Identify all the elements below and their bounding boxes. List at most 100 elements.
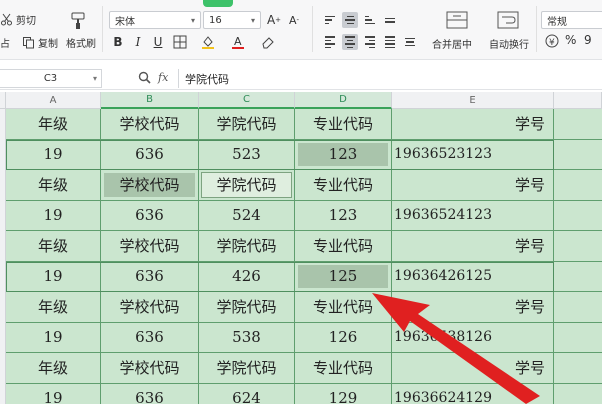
table-cell[interactable]: 19636426125 bbox=[392, 261, 554, 292]
orientation-icon[interactable] bbox=[382, 12, 398, 28]
table-cell[interactable]: 19 bbox=[6, 322, 101, 353]
column-header-c[interactable]: C bbox=[199, 92, 295, 109]
increase-font-icon[interactable]: A + bbox=[266, 12, 282, 28]
align-bottom-icon[interactable] bbox=[362, 12, 378, 28]
bold-icon[interactable]: B bbox=[110, 34, 126, 50]
table-cell[interactable]: 636 bbox=[101, 261, 199, 292]
italic-icon[interactable]: I bbox=[130, 34, 146, 50]
table-cell[interactable]: 19 bbox=[6, 139, 101, 170]
empty-cell[interactable] bbox=[554, 231, 602, 262]
table-cell[interactable]: 学校代码 bbox=[101, 231, 199, 262]
table-cell[interactable]: 学院代码 bbox=[199, 353, 295, 384]
table-cell[interactable]: 学校代码 bbox=[101, 292, 199, 323]
format-painter-button[interactable]: 格式刷 bbox=[66, 35, 96, 50]
border-icon[interactable] bbox=[172, 34, 188, 50]
table-cell[interactable]: 636 bbox=[101, 322, 199, 353]
table-cell[interactable]: 学号 bbox=[392, 109, 554, 140]
empty-cell[interactable] bbox=[554, 201, 602, 231]
table-cell[interactable]: 123 bbox=[295, 139, 392, 170]
column-header-f[interactable] bbox=[554, 92, 602, 109]
justify-icon[interactable] bbox=[382, 34, 398, 50]
table-cell[interactable]: 年级 bbox=[6, 170, 101, 201]
table-cell[interactable]: 专业代码 bbox=[295, 292, 392, 323]
wrap-text-button[interactable]: 自动换行 bbox=[489, 36, 529, 51]
empty-cell[interactable] bbox=[554, 384, 602, 404]
eraser-icon[interactable] bbox=[260, 34, 276, 50]
table-cell[interactable]: 专业代码 bbox=[295, 231, 392, 262]
table-cell[interactable]: 学号 bbox=[392, 231, 554, 262]
cut-button[interactable]: 剪切 bbox=[0, 12, 36, 27]
table-cell[interactable]: 126 bbox=[295, 322, 392, 353]
table-cell[interactable]: 426 bbox=[199, 261, 295, 292]
table-cell[interactable]: 19636523123 bbox=[392, 139, 554, 170]
merge-center-icon[interactable] bbox=[446, 11, 468, 29]
column-header-d[interactable]: D bbox=[295, 92, 392, 109]
table-cell[interactable]: 学院代码 bbox=[199, 231, 295, 262]
thousands-button[interactable]: 9 bbox=[584, 33, 592, 47]
fx-icon[interactable]: fx bbox=[158, 71, 168, 84]
table-cell[interactable]: 125 bbox=[295, 261, 392, 292]
table-cell[interactable]: 专业代码 bbox=[295, 170, 392, 201]
table-cell[interactable]: 523 bbox=[199, 139, 295, 170]
table-cell[interactable]: 学院代码 bbox=[199, 292, 295, 323]
table-cell[interactable]: 19 bbox=[6, 383, 101, 404]
table-cell[interactable]: 学校代码 bbox=[101, 170, 199, 201]
empty-cell[interactable] bbox=[554, 323, 602, 353]
table-cell[interactable]: 年级 bbox=[6, 292, 101, 323]
table-cell[interactable]: 538 bbox=[199, 322, 295, 353]
table-cell[interactable]: 19636538126 bbox=[392, 322, 554, 353]
table-cell[interactable]: 学院代码 bbox=[199, 170, 295, 201]
table-cell[interactable]: 年级 bbox=[6, 231, 101, 262]
align-right-icon[interactable] bbox=[362, 34, 378, 50]
table-cell[interactable]: 636 bbox=[101, 200, 199, 231]
number-format-select[interactable]: 常规 bbox=[541, 11, 602, 29]
distribute-icon[interactable] bbox=[402, 34, 418, 50]
name-box[interactable]: C3 ▾ bbox=[0, 69, 102, 88]
empty-cell[interactable] bbox=[554, 353, 602, 384]
empty-cell[interactable] bbox=[554, 292, 602, 323]
font-size-select[interactable]: 16 ▾ bbox=[203, 11, 261, 29]
table-cell[interactable]: 学院代码 bbox=[199, 109, 295, 140]
empty-cell[interactable] bbox=[554, 262, 602, 292]
percent-button[interactable]: % bbox=[565, 33, 576, 47]
font-color-icon[interactable]: A bbox=[230, 34, 246, 50]
formula-input[interactable]: 学院代码 bbox=[178, 69, 602, 88]
table-cell[interactable]: 624 bbox=[199, 383, 295, 404]
column-header-e[interactable]: E bbox=[392, 92, 554, 109]
table-cell[interactable]: 19 bbox=[6, 200, 101, 231]
table-cell[interactable]: 123 bbox=[295, 200, 392, 231]
empty-cell[interactable] bbox=[554, 140, 602, 170]
underline-icon[interactable]: U bbox=[150, 34, 166, 50]
table-cell[interactable]: 19636524123 bbox=[392, 200, 554, 231]
wrap-text-icon[interactable] bbox=[497, 11, 519, 29]
align-left-icon[interactable] bbox=[322, 34, 338, 50]
table-cell[interactable]: 专业代码 bbox=[295, 109, 392, 140]
table-cell[interactable]: 学校代码 bbox=[101, 109, 199, 140]
table-cell[interactable]: 636 bbox=[101, 383, 199, 404]
table-cell[interactable]: 19 bbox=[6, 261, 101, 292]
table-cell[interactable]: 19636624129 bbox=[392, 383, 554, 404]
paste-button[interactable]: 占 bbox=[0, 35, 10, 50]
table-cell[interactable]: 学号 bbox=[392, 170, 554, 201]
table-cell[interactable]: 524 bbox=[199, 200, 295, 231]
table-cell[interactable]: 年级 bbox=[6, 109, 101, 140]
column-header-a[interactable]: A bbox=[6, 92, 101, 109]
copy-button[interactable]: 复制 bbox=[22, 35, 58, 50]
currency-format-icon[interactable]: ¥ bbox=[545, 34, 559, 48]
align-top-icon[interactable] bbox=[322, 12, 338, 28]
column-header-b[interactable]: B bbox=[101, 92, 199, 109]
align-center-icon[interactable] bbox=[342, 34, 358, 50]
table-cell[interactable]: 636 bbox=[101, 139, 199, 170]
table-cell[interactable]: 学号 bbox=[392, 292, 554, 323]
table-cell[interactable]: 学校代码 bbox=[101, 353, 199, 384]
empty-cell[interactable] bbox=[554, 109, 602, 140]
table-cell[interactable]: 专业代码 bbox=[295, 353, 392, 384]
font-name-select[interactable]: 宋体 ▾ bbox=[109, 11, 201, 29]
fill-color-icon[interactable] bbox=[200, 34, 216, 50]
decrease-font-icon[interactable]: A- bbox=[286, 12, 302, 28]
merge-center-button[interactable]: 合并居中 bbox=[432, 36, 472, 51]
table-cell[interactable]: 学号 bbox=[392, 353, 554, 384]
table-cell[interactable]: 年级 bbox=[6, 353, 101, 384]
format-painter-icon-wrap[interactable] bbox=[68, 12, 90, 30]
zoom-search-icon[interactable] bbox=[138, 71, 151, 87]
